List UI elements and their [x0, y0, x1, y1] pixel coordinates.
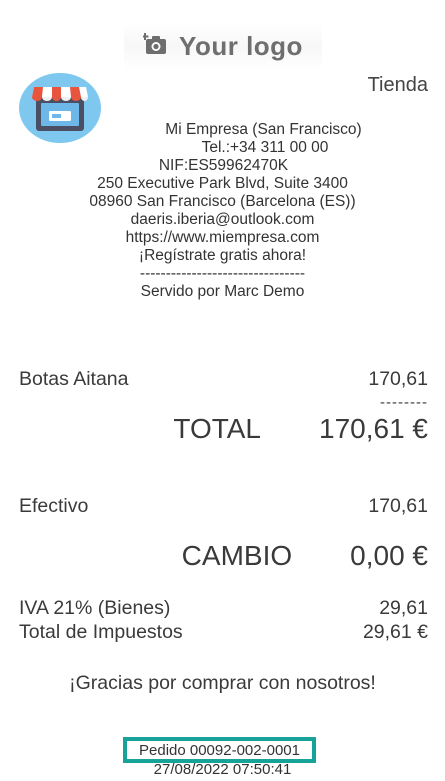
company-address-line2: 08960 San Francisco (Barcelona (ES))	[89, 193, 356, 210]
change-row: CAMBIO 0,00 €	[182, 540, 428, 572]
subtotal-separator: --------	[380, 394, 428, 411]
payment-method: Efectivo	[19, 495, 89, 517]
served-by: Servido por Marc Demo	[140, 283, 305, 300]
camera-add-icon	[141, 32, 169, 61]
logo-placeholder: Your logo	[124, 22, 322, 70]
total-row: TOTAL 170,61 €	[173, 413, 428, 445]
tax-label: IVA 21% (Bienes)	[19, 597, 171, 619]
company-email: daeris.iberia@outlook.com	[130, 211, 315, 228]
total-label: TOTAL	[173, 413, 261, 444]
change-label: CAMBIO	[181, 540, 293, 571]
tax-total-row: Total de Impuestos 29,61 €	[19, 621, 428, 644]
tax-amount: 29,61	[379, 597, 428, 619]
tax-total-amount: 29,61 €	[362, 621, 428, 643]
company-name: Mi Empresa (San Francisco)	[165, 121, 362, 138]
payment-amount: 170,61	[368, 495, 428, 517]
change-amount: 0,00 €	[350, 540, 428, 571]
thank-you-message: ¡Gracias por comprar con nosotros!	[69, 672, 376, 694]
payment-row: Efectivo 170,61	[19, 495, 428, 518]
logo-text: Your logo	[179, 30, 303, 61]
signup-text: ¡Regístrate gratis ahora!	[138, 247, 307, 264]
order-reference[interactable]: Pedido 00092-002-0001	[123, 737, 316, 763]
company-website: https://www.miempresa.com	[125, 229, 320, 246]
total-amount: 170,61 €	[319, 413, 428, 444]
company-phone: Tel.:+34 311 00 00	[201, 139, 329, 156]
order-date: 27/08/2022 07:50:41	[153, 761, 292, 778]
product-name: Botas Aitana	[19, 368, 129, 390]
tax-row: IVA 21% (Bienes) 29,61	[19, 597, 428, 620]
tax-total-label: Total de Impuestos	[19, 621, 183, 643]
company-vat: NIF:ES59962470K	[158, 157, 289, 174]
order-line: Botas Aitana 170,61	[19, 368, 428, 391]
company-info: Mi Empresa (San Francisco) Tel.:+34 311 …	[0, 121, 445, 301]
company-address-line1: 250 Executive Park Blvd, Suite 3400	[97, 175, 348, 192]
line-price: 170,61	[368, 368, 428, 390]
store-label: Tienda	[367, 74, 428, 96]
separator-line: --------------------------------	[139, 265, 306, 282]
order-reference-text: Pedido 00092-002-0001	[139, 741, 300, 759]
